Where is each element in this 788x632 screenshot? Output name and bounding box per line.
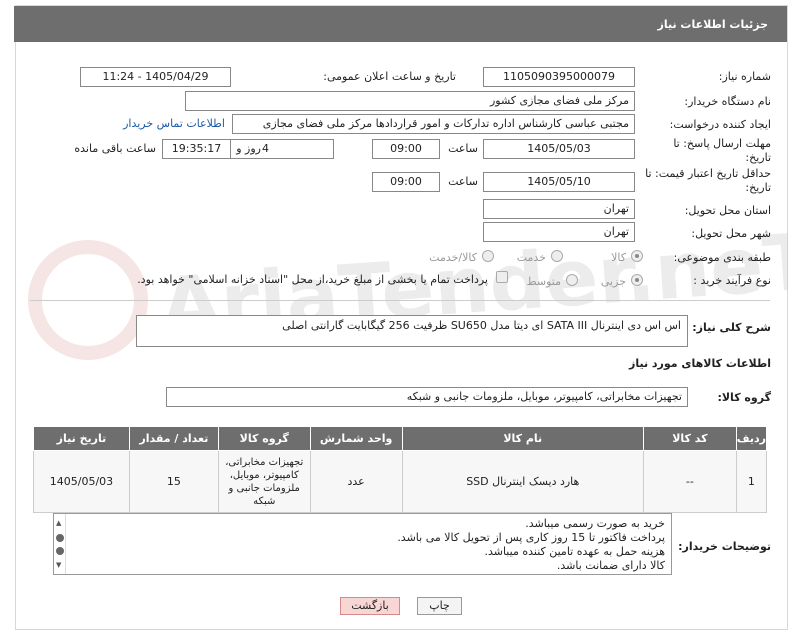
city-field: تهران: [483, 222, 635, 242]
scroll-thumb-2[interactable]: [56, 547, 64, 555]
goods-table: ردیف کد کالا نام کالا واحد شمارش گروه کا…: [33, 426, 768, 513]
back-button[interactable]: بازگشت: [340, 597, 400, 615]
scroll-up-icon[interactable]: ▲: [56, 516, 61, 530]
need-number-field: 1105090395000079: [483, 67, 635, 87]
col-group: گروه کالا: [217, 426, 311, 451]
creator-label: ایجاد کننده درخواست:: [669, 118, 771, 131]
need-number-label: شماره نیاز:: [718, 70, 771, 83]
cell-unit: عدد: [309, 450, 403, 513]
col-need-date: تاریخ نیاز: [33, 426, 130, 451]
process-label: نوع فرآیند خرید :: [693, 274, 771, 287]
treasury-payment-note: پرداخت تمام یا بخشی از مبلغ خرید،از محل …: [137, 273, 488, 286]
category-radio-goods-service[interactable]: [482, 250, 494, 262]
category-label: طبقه بندی موضوعی:: [673, 251, 771, 264]
creator-field: مجتبی عباسی کارشناس اداره تدارکات و امور…: [232, 114, 635, 134]
notes-line: هزینه حمل به عهده تامین کننده میباشد.: [484, 545, 665, 558]
province-field: تهران: [483, 199, 635, 219]
cell-name: هارد دیسک اینترنال SSD: [401, 450, 644, 513]
buyer-org-field: مرکز ملی فضای مجازی کشور: [185, 91, 635, 111]
notes-line: پرداخت فاکتور تا 15 روز کاری پس از تحویل…: [397, 531, 665, 544]
table-row: 1 -- هارد دیسک اینترنال SSD عدد تجهیزات …: [33, 450, 768, 513]
cell-need-date: 1405/05/03: [33, 450, 130, 513]
deadline-date-field: 1405/05/03: [483, 139, 635, 159]
cell-qty: 15: [128, 450, 219, 513]
scroll-thumb[interactable]: [56, 534, 64, 542]
validity-label: حداقل تاریخ اعتبار قیمت: تا تاریخ:: [645, 167, 771, 194]
col-unit: واحد شمارش: [309, 426, 403, 451]
print-button[interactable]: چاپ: [417, 597, 462, 615]
goods-group-label: گروه کالا:: [717, 391, 771, 404]
notes-line: خرید به صورت رسمی میباشد.: [525, 517, 665, 530]
col-qty: تعداد / مقدار: [128, 426, 219, 451]
divider: [30, 300, 770, 301]
buyer-notes-textarea[interactable]: ▲ ▼ خرید به صورت رسمی میباشد. پرداخت فاک…: [53, 513, 672, 575]
scroll-down-icon[interactable]: ▼: [56, 558, 61, 572]
notes-line: کالا دارای ضمانت باشد.: [556, 559, 665, 572]
buyer-notes-label: توضیحات خریدار:: [678, 540, 771, 553]
process-option-medium: متوسط: [526, 275, 561, 288]
col-row: ردیف: [735, 426, 768, 451]
process-option-minor: جزیی: [600, 275, 626, 288]
buyer-org-label: نام دستگاه خریدار:: [684, 95, 771, 108]
col-name: نام کالا: [401, 426, 644, 451]
deadline-time-label: ساعت: [448, 142, 478, 155]
category-option-service: خدمت: [516, 251, 546, 264]
process-radio-minor[interactable]: [631, 274, 643, 286]
goods-info-title: اطلاعات کالاهای مورد نیاز: [629, 357, 771, 370]
deadline-label: مهلت ارسال پاسخ: تا تاریخ:: [673, 137, 771, 164]
deadline-time-field: 09:00: [372, 139, 440, 159]
validity-date-field: 1405/05/10: [483, 172, 635, 192]
validity-time-label: ساعت: [448, 175, 478, 188]
summary-label: شرح کلی نیاز:: [692, 321, 771, 334]
cell-code: --: [642, 450, 737, 513]
validity-time-field: 09:00: [372, 172, 440, 192]
remaining-time-field: 19:35:17: [162, 139, 231, 159]
days-label: روز و: [236, 142, 261, 155]
announce-label: تاریخ و ساعت اعلان عمومی:: [323, 70, 456, 83]
notes-scrollbar[interactable]: ▲ ▼: [54, 514, 66, 574]
col-code: کد کالا: [642, 426, 737, 451]
buyer-contact-link[interactable]: اطلاعات تماس خریدار: [123, 117, 225, 130]
province-label: استان محل تحویل:: [684, 204, 771, 217]
category-option-goods-service: کالا/خدمت: [429, 251, 477, 264]
process-radio-medium[interactable]: [566, 274, 578, 286]
goods-table-header: ردیف کد کالا نام کالا واحد شمارش گروه کا…: [33, 426, 768, 451]
page-header: جزئیات اطلاعات نیاز: [14, 6, 787, 42]
goods-group-field: تجهیزات مخابراتی، کامپیوتر، موبایل، ملزو…: [166, 387, 688, 407]
remaining-time-label: ساعت باقی مانده: [74, 142, 156, 155]
category-radio-service[interactable]: [551, 250, 563, 262]
treasury-payment-checkbox[interactable]: [496, 271, 508, 283]
city-label: شهر محل تحویل:: [691, 227, 771, 240]
announce-field: 1405/04/29 - 11:24: [80, 67, 231, 87]
cell-row: 1: [735, 450, 768, 513]
category-option-goods: کالا: [611, 251, 626, 264]
category-radio-goods[interactable]: [631, 250, 643, 262]
cell-group: تجهیزات مخابراتی، کامپیوتر، موبایل، ملزو…: [217, 450, 311, 513]
summary-textarea[interactable]: اس اس دی اینترنال SATA III ای دیتا مدل S…: [136, 315, 688, 347]
